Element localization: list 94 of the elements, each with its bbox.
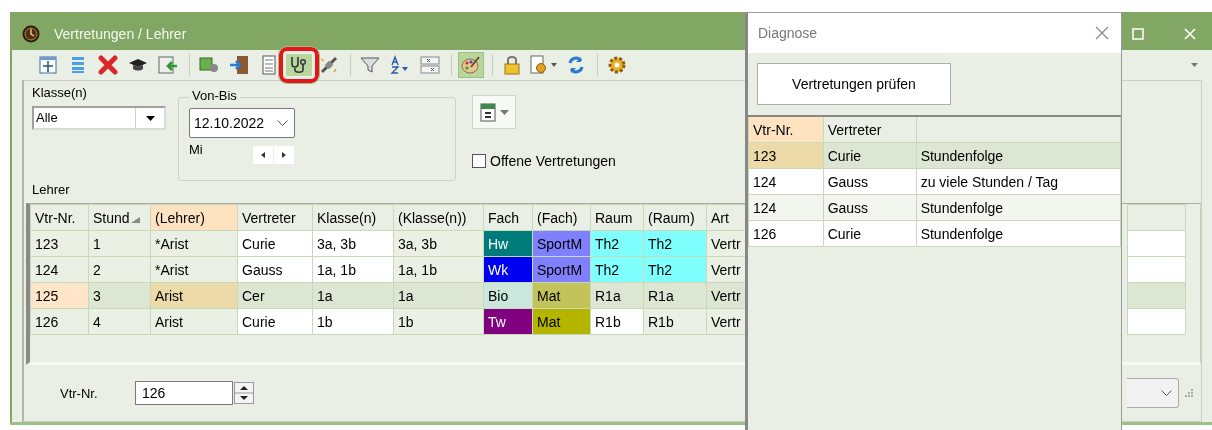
table-cell: Stundenfolge xyxy=(916,142,1121,169)
date-range-label: Von-Bis xyxy=(189,88,240,103)
resize-grip-icon[interactable] xyxy=(1185,389,1193,397)
refresh-icon xyxy=(566,55,586,75)
maximize-icon[interactable] xyxy=(1132,28,1144,40)
table-cell: 123 xyxy=(30,230,89,257)
number-label: Vtr-Nr. xyxy=(60,385,99,401)
date-field[interactable]: 12.10.2022 xyxy=(189,108,295,138)
column-header[interactable]: (Klasse(n)) xyxy=(393,204,484,231)
chevron-down-icon xyxy=(277,120,288,126)
column-header[interactable]: Vertreter xyxy=(823,116,917,143)
table-cell: Curie xyxy=(237,308,313,335)
table-cell: 3a, 3b xyxy=(312,230,394,257)
column-header[interactable]: (Lehrer) xyxy=(150,204,238,231)
palette-icon xyxy=(461,55,481,75)
table-cell: 1a xyxy=(393,282,484,309)
document-gear-icon xyxy=(530,55,558,75)
filter-icon xyxy=(360,56,380,74)
weekday-label: Mi xyxy=(189,142,203,157)
check-substitutions-button[interactable]: Vertretungen prüfen xyxy=(757,63,951,105)
calendar-icon xyxy=(479,102,496,122)
table-cell: 1a, 1b xyxy=(312,256,394,283)
calculator-icon xyxy=(262,55,276,75)
close-icon[interactable] xyxy=(1095,26,1109,40)
class-label: Klasse(n) xyxy=(32,85,88,100)
empty-cell xyxy=(1127,282,1186,309)
dialog-title: Diagnose xyxy=(758,25,818,41)
table-cell: Curie xyxy=(823,142,917,169)
table-cell: Arist xyxy=(150,308,238,335)
column-header[interactable]: Fach xyxy=(483,204,533,231)
table-cell: Gauss xyxy=(823,194,917,221)
table-cell: zu viele Stunden / Tag xyxy=(916,168,1121,195)
table-cell: Stundenfolge xyxy=(916,194,1121,221)
toolbar-button[interactable] xyxy=(279,47,319,83)
class-dropdown[interactable]: Alle xyxy=(32,106,166,130)
table-cell: Cer xyxy=(237,282,313,309)
table-cell: 1a, 1b xyxy=(393,256,484,283)
column-header[interactable]: (Raum) xyxy=(643,204,707,231)
table-cell: 1b xyxy=(393,308,484,335)
table-cell: 126 xyxy=(30,308,89,335)
plug-icon xyxy=(319,55,339,75)
table-cell: Stundenfolge xyxy=(916,220,1121,247)
dropdown-field[interactable] xyxy=(1127,378,1179,408)
spinner-icon[interactable] xyxy=(234,382,254,404)
caret-icon xyxy=(145,115,155,121)
chevron-down-icon xyxy=(1161,390,1172,396)
column-header[interactable]: Vertreter xyxy=(237,204,313,231)
table-cell: 123 xyxy=(748,142,824,169)
mortarboard-icon xyxy=(128,57,148,73)
move-icon xyxy=(39,56,57,74)
column-header[interactable]: Stund xyxy=(88,204,151,231)
calendar-button[interactable] xyxy=(472,95,516,129)
clock-icon xyxy=(22,25,40,43)
table-cell: 124 xyxy=(748,194,824,221)
table-cell: Curie xyxy=(823,220,917,247)
table-cell: 3a, 3b xyxy=(393,230,484,257)
open-substitutions-checkbox[interactable]: Offene Vertretungen xyxy=(472,153,616,169)
window-title: Vertretungen / Lehrer xyxy=(54,26,187,42)
column-header[interactable]: Vtr-Nr. xyxy=(30,204,89,231)
sort-indicator-icon xyxy=(130,216,140,223)
door-icon xyxy=(229,55,249,75)
column-header[interactable]: Vtr-Nr. xyxy=(748,116,824,143)
table-cell: 1a xyxy=(312,282,394,309)
column-header[interactable]: Klasse(n) xyxy=(312,204,394,231)
delete-icon xyxy=(98,55,118,75)
number-field[interactable]: 126 xyxy=(135,381,233,405)
table-cell: *Arist xyxy=(150,230,238,257)
next-day-icon[interactable] xyxy=(273,146,294,164)
table-cell: Gauss xyxy=(823,168,917,195)
list-icon xyxy=(71,56,85,74)
teacher-label: Lehrer xyxy=(32,182,71,197)
column-header[interactable]: (Fach) xyxy=(532,204,591,231)
previous-day-icon[interactable] xyxy=(252,146,273,164)
stethoscope-icon xyxy=(289,55,309,75)
empty-cell xyxy=(1127,308,1186,335)
table-cell: *Arist xyxy=(150,256,238,283)
caret-icon xyxy=(499,109,509,115)
sort-icon xyxy=(390,55,410,75)
field-grid-icon xyxy=(420,56,440,74)
table-cell: 126 xyxy=(748,220,824,247)
table-cell: Gauss xyxy=(237,256,313,283)
table-cell: 124 xyxy=(748,168,824,195)
table-cell: 1b xyxy=(312,308,394,335)
table-cell: Curie xyxy=(237,230,313,257)
overflow-caret-icon[interactable] xyxy=(1191,63,1198,67)
table-cell: Arist xyxy=(150,282,238,309)
import-icon xyxy=(158,55,178,75)
lock-icon xyxy=(504,55,520,75)
empty-cell xyxy=(1127,230,1186,257)
table-cell: 124 xyxy=(30,256,89,283)
table-cell: 125 xyxy=(30,282,89,309)
column-header[interactable]: Raum xyxy=(590,204,644,231)
gear-icon xyxy=(607,55,627,75)
empty-cell xyxy=(1127,256,1186,283)
